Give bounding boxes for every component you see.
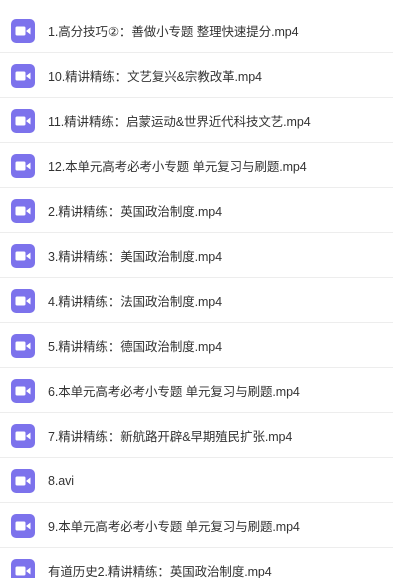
file-name: 11.精讲精练：启蒙运动&世界近代科技文艺.mp4: [48, 115, 311, 129]
video-file-icon: [11, 378, 35, 403]
video-file-icon: [11, 288, 35, 313]
file-row[interactable]: 9.本单元高考必考小专题 单元复习与刷题.mp4: [0, 503, 393, 548]
file-row[interactable]: 11.精讲精练：启蒙运动&世界近代科技文艺.mp4: [0, 98, 393, 143]
file-name: 9.本单元高考必考小专题 单元复习与刷题.mp4: [48, 520, 300, 534]
video-file-icon: [11, 108, 35, 133]
file-name: 7.精讲精练：新航路开辟&早期殖民扩张.mp4: [48, 430, 293, 444]
file-name: 有道历史2.精讲精练：英国政治制度.mp4: [48, 565, 272, 578]
file-row[interactable]: 6.本单元高考必考小专题 单元复习与刷题.mp4: [0, 368, 393, 413]
video-file-icon: [11, 558, 35, 578]
video-file-icon: [11, 243, 35, 268]
file-row[interactable]: 3.精讲精练：美国政治制度.mp4: [0, 233, 393, 278]
file-name: 5.精讲精练：德国政治制度.mp4: [48, 340, 223, 354]
file-row[interactable]: 5.精讲精练：德国政治制度.mp4: [0, 323, 393, 368]
file-list: 1.高分技巧②：善做小专题 整理快速提分.mp4 10.精讲精练：文艺复兴&宗教改…: [0, 0, 393, 578]
file-row[interactable]: 12.本单元高考必考小专题 单元复习与刷题.mp4: [0, 143, 393, 188]
video-file-icon: [11, 423, 35, 448]
file-name: 6.本单元高考必考小专题 单元复习与刷题.mp4: [48, 385, 300, 399]
video-file-icon: [11, 198, 35, 223]
file-name: 12.本单元高考必考小专题 单元复习与刷题.mp4: [48, 160, 307, 174]
file-name: 2.精讲精练：英国政治制度.mp4: [48, 205, 223, 219]
video-file-icon: [11, 513, 35, 538]
file-name: 1.高分技巧②：善做小专题 整理快速提分.mp4: [48, 25, 299, 39]
video-file-icon: [11, 333, 35, 358]
file-row[interactable]: 2.精讲精练：英国政治制度.mp4: [0, 188, 393, 233]
file-row[interactable]: 有道历史2.精讲精练：英国政治制度.mp4: [0, 548, 393, 578]
file-row[interactable]: 1.高分技巧②：善做小专题 整理快速提分.mp4: [0, 8, 393, 53]
file-name: 4.精讲精练：法国政治制度.mp4: [48, 295, 223, 309]
video-file-icon: [11, 468, 35, 493]
file-row[interactable]: 10.精讲精练：文艺复兴&宗教改革.mp4: [0, 53, 393, 98]
video-file-icon: [11, 18, 35, 43]
video-file-icon: [11, 63, 35, 88]
file-row[interactable]: 4.精讲精练：法国政治制度.mp4: [0, 278, 393, 323]
file-row[interactable]: 7.精讲精练：新航路开辟&早期殖民扩张.mp4: [0, 413, 393, 458]
file-row[interactable]: 8.avi: [0, 458, 393, 503]
file-name: 10.精讲精练：文艺复兴&宗教改革.mp4: [48, 70, 262, 84]
file-name: 8.avi: [48, 473, 74, 488]
video-file-icon: [11, 153, 35, 178]
file-name: 3.精讲精练：美国政治制度.mp4: [48, 250, 223, 264]
